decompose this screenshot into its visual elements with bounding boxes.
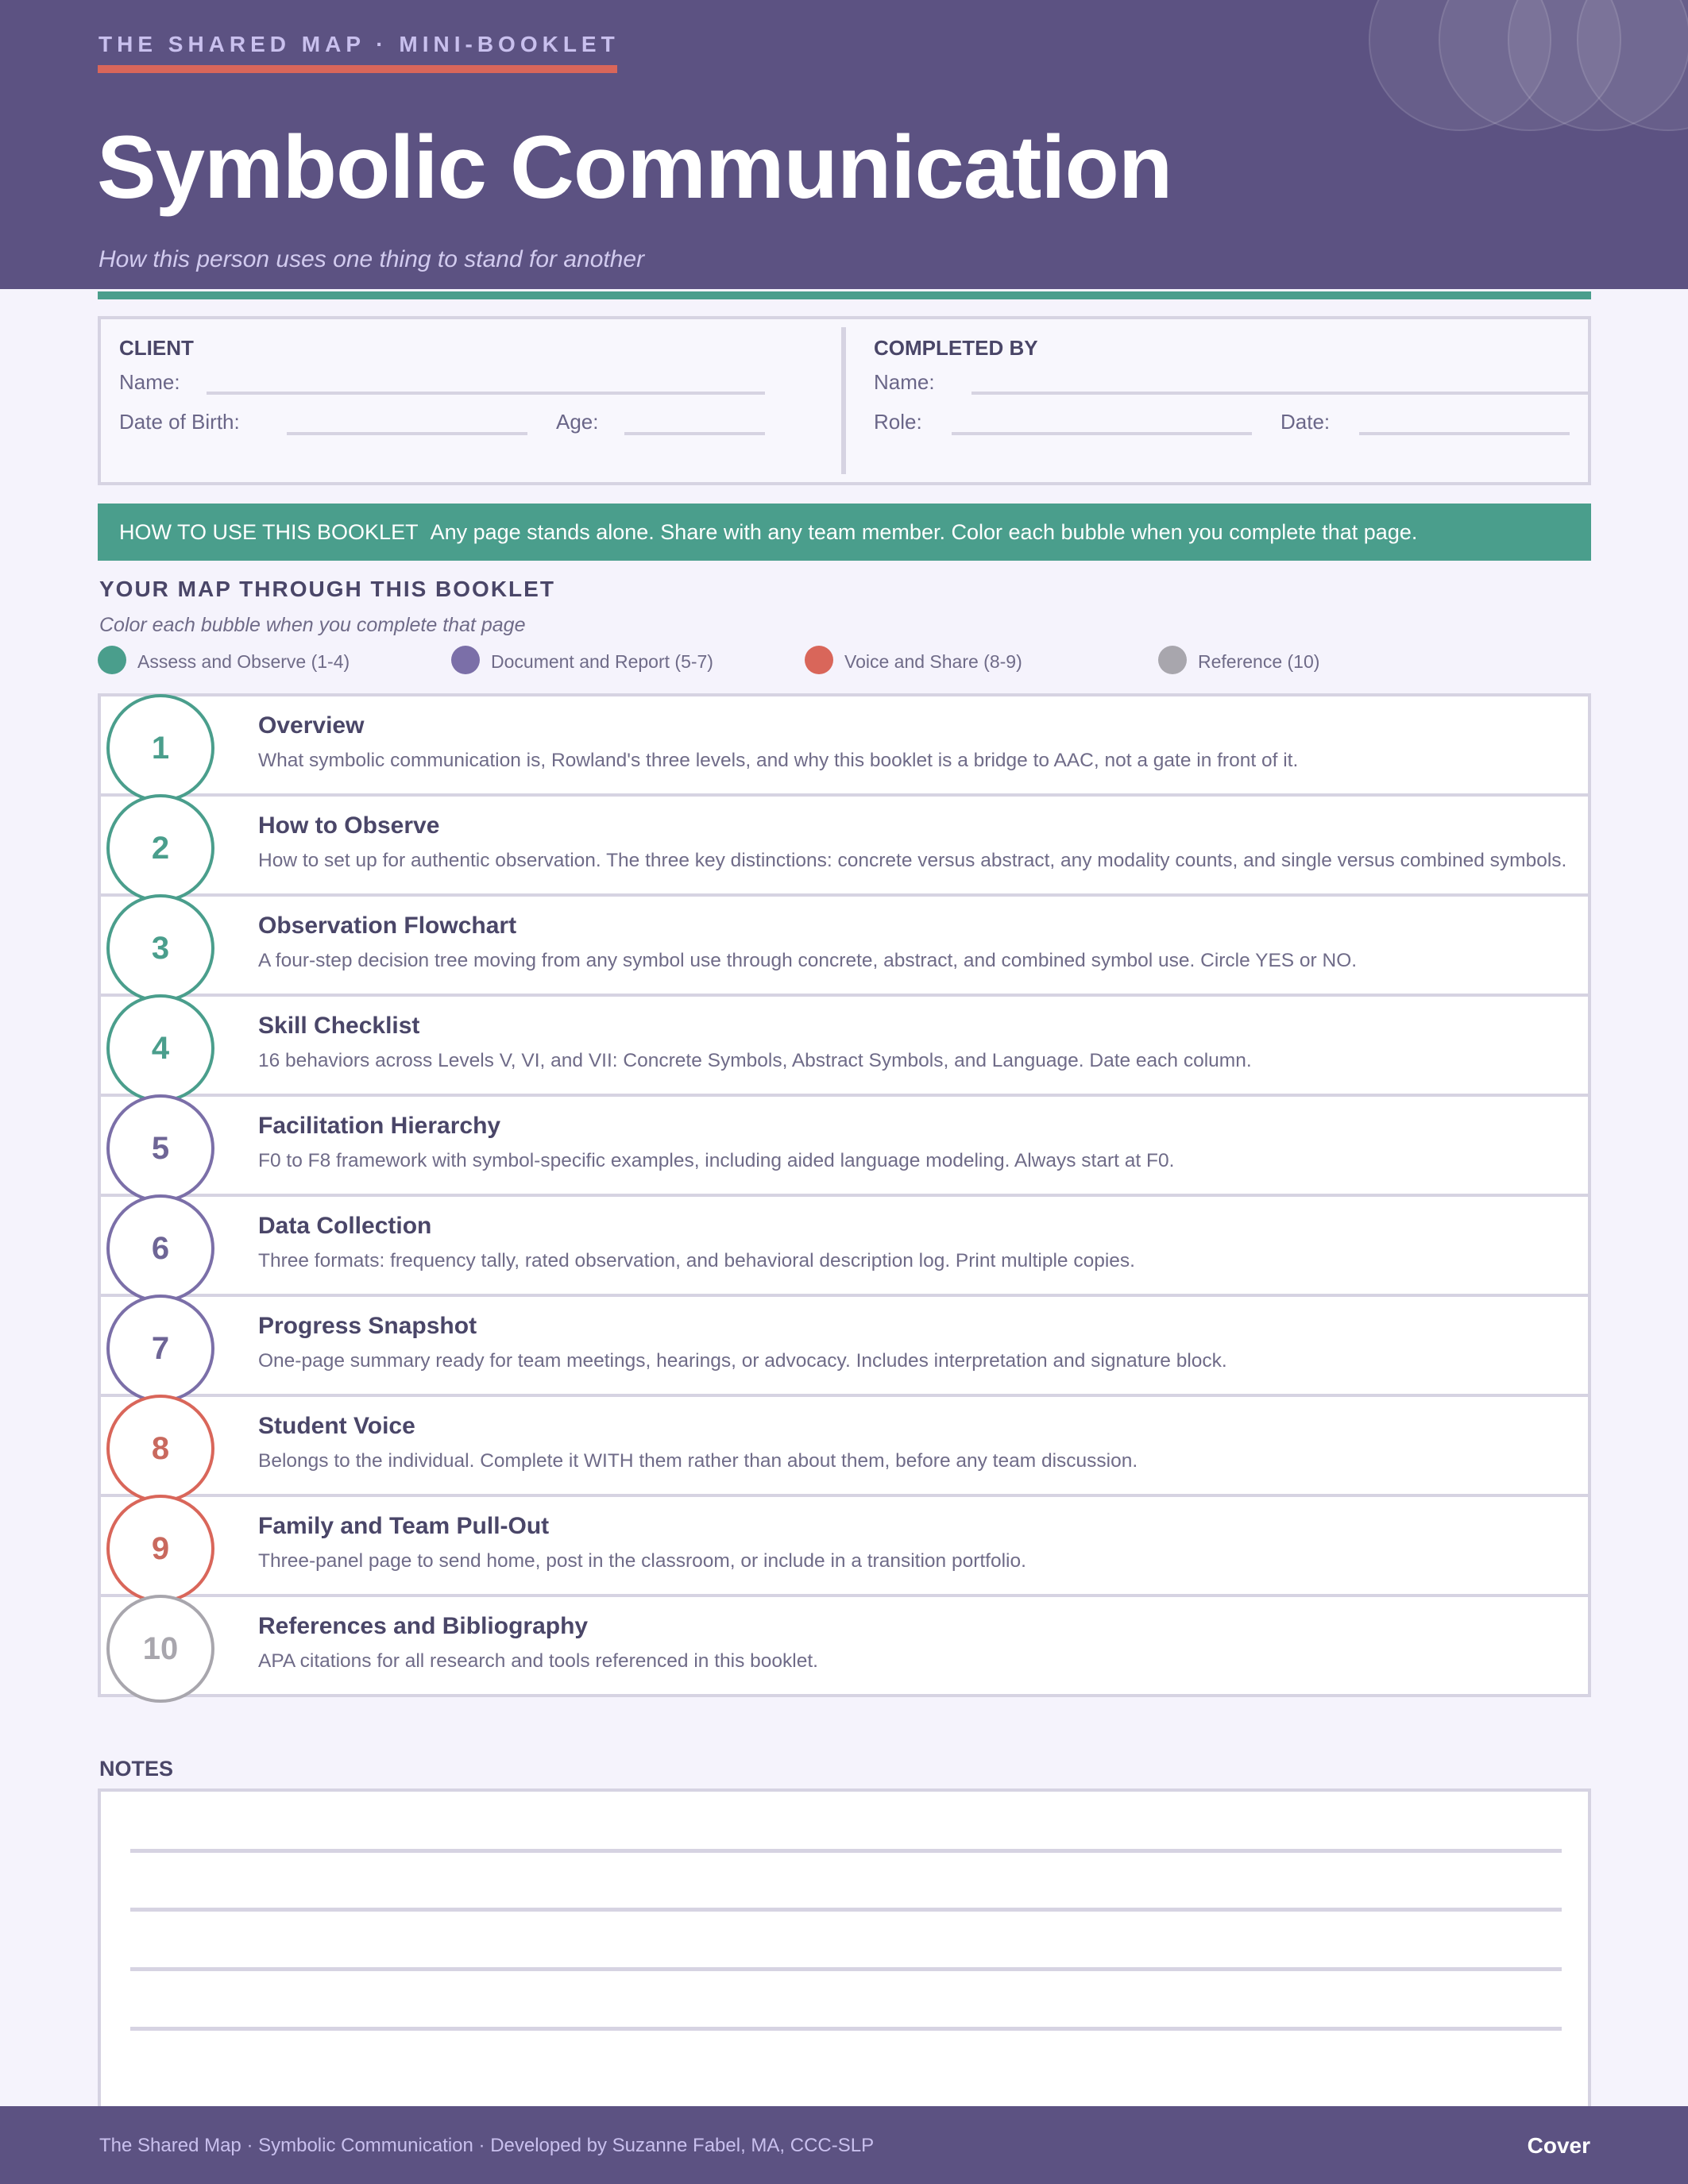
map-row-facilitation-hierarchy: 5 Facilitation Hierarchy F0 to F8 framew… — [98, 1094, 1591, 1202]
map-subtitle: Color each bubble when you complete that… — [99, 614, 526, 636]
row-title: Facilitation Hierarchy — [258, 1113, 501, 1139]
row-description: F0 to F8 framework with symbol-specific … — [258, 1150, 1175, 1171]
legend-dot-reference — [1158, 646, 1187, 674]
map-row-family-team-pull-out: 9 Family and Team Pull-Out Three-panel p… — [98, 1494, 1591, 1603]
info-column-divider — [841, 327, 846, 474]
progress-bubble-1[interactable]: 1 — [106, 694, 214, 802]
legend-label-document: Document and Report (5-7) — [491, 651, 713, 672]
row-description: APA citations for all research and tools… — [258, 1650, 818, 1672]
completed-by-role-field[interactable] — [952, 432, 1252, 435]
footer-page-label: Cover — [1527, 2133, 1590, 2158]
progress-bubble-8[interactable]: 8 — [106, 1395, 214, 1503]
client-heading: CLIENT — [119, 336, 194, 360]
completed-by-heading: COMPLETED BY — [874, 336, 1038, 360]
row-description: One-page summary ready for team meetings… — [258, 1350, 1227, 1372]
row-title: Observation Flowchart — [258, 913, 517, 939]
map-row-data-collection: 6 Data Collection Three formats: frequen… — [98, 1194, 1591, 1302]
footer: The Shared Map · Symbolic Communication … — [0, 2106, 1688, 2184]
row-title: Progress Snapshot — [258, 1313, 477, 1339]
row-description: 16 behaviors across Levels V, VI, and VI… — [258, 1050, 1252, 1071]
map-row-student-voice: 8 Student Voice Belongs to the individua… — [98, 1394, 1591, 1503]
page-map-list: 1 Overview What symbolic communication i… — [98, 693, 1591, 1703]
notes-area[interactable] — [98, 1788, 1591, 2114]
client-age-label: Age: — [556, 410, 599, 434]
how-to-banner: HOW TO USE THIS BOOKLET Any page stands … — [98, 504, 1591, 561]
client-name-field[interactable] — [207, 392, 765, 395]
progress-bubble-10[interactable]: 10 — [106, 1595, 214, 1703]
completed-by-date-field[interactable] — [1359, 432, 1570, 435]
legend-dot-voice — [805, 646, 833, 674]
client-dob-field[interactable] — [287, 432, 527, 435]
page-subtitle: How this person uses one thing to stand … — [98, 246, 645, 272]
note-line — [130, 1967, 1562, 1971]
progress-bubble-2[interactable]: 2 — [106, 794, 214, 902]
row-title: Student Voice — [258, 1413, 415, 1439]
page-title: Symbolic Communication — [97, 118, 1172, 217]
row-description: Three-panel page to send home, post in t… — [258, 1550, 1026, 1572]
eyebrow-underline — [98, 65, 617, 73]
row-description: Belongs to the individual. Complete it W… — [258, 1450, 1138, 1472]
completed-by-name-label: Name: — [874, 370, 935, 394]
booklet-eyebrow: THE SHARED MAP · MINI-BOOKLET — [98, 32, 620, 56]
legend-dot-assess — [98, 646, 126, 674]
row-description: Three formats: frequency tally, rated ob… — [258, 1250, 1135, 1271]
legend-label-voice: Voice and Share (8-9) — [844, 651, 1022, 672]
map-row-overview: 1 Overview What symbolic communication i… — [98, 693, 1591, 802]
header-divider — [98, 291, 1591, 299]
how-to-label: HOW TO USE THIS BOOKLET — [119, 520, 419, 544]
map-row-skill-checklist: 4 Skill Checklist 16 behaviors across Le… — [98, 994, 1591, 1102]
row-description: What symbolic communication is, Rowland'… — [258, 750, 1299, 771]
row-title: References and Bibliography — [258, 1613, 589, 1639]
completed-by-date-label: Date: — [1280, 410, 1331, 434]
row-title: Overview — [258, 712, 365, 739]
footer-credits: The Shared Map · Symbolic Communication … — [99, 2135, 875, 2156]
completed-by-role-label: Role: — [874, 410, 922, 434]
how-to-text: Any page stands alone. Share with any te… — [430, 520, 1418, 544]
progress-bubble-6[interactable]: 6 — [106, 1194, 214, 1302]
row-description: How to set up for authentic observation.… — [258, 850, 1567, 871]
legend-dot-document — [451, 646, 480, 674]
progress-bubble-7[interactable]: 7 — [106, 1295, 214, 1403]
header-banner: THE SHARED MAP · MINI-BOOKLET Symbolic C… — [0, 0, 1688, 289]
row-description: A four-step decision tree moving from an… — [258, 950, 1358, 971]
row-title: How to Observe — [258, 812, 440, 839]
map-title: YOUR MAP THROUGH THIS BOOKLET — [99, 577, 555, 601]
notes-heading: NOTES — [99, 1757, 174, 1781]
progress-bubble-9[interactable]: 9 — [106, 1495, 214, 1603]
client-dob-label: Date of Birth: — [119, 410, 240, 434]
legend-label-assess: Assess and Observe (1-4) — [137, 651, 350, 672]
completed-by-name-field[interactable] — [971, 392, 1591, 395]
note-line — [130, 1849, 1562, 1853]
legend-label-reference: Reference (10) — [1198, 651, 1320, 672]
map-row-how-to-observe: 2 How to Observe How to set up for authe… — [98, 793, 1591, 902]
note-line — [130, 2027, 1562, 2031]
map-row-references: 10 References and Bibliography APA citat… — [98, 1594, 1591, 1703]
client-name-label: Name: — [119, 370, 180, 394]
client-age-field[interactable] — [624, 432, 765, 435]
note-line — [130, 1908, 1562, 1912]
row-title: Data Collection — [258, 1213, 432, 1239]
progress-bubble-5[interactable]: 5 — [106, 1094, 214, 1202]
progress-bubble-3[interactable]: 3 — [106, 894, 214, 1002]
row-title: Skill Checklist — [258, 1013, 420, 1039]
row-title: Family and Team Pull-Out — [258, 1513, 550, 1539]
map-row-progress-snapshot: 7 Progress Snapshot One-page summary rea… — [98, 1294, 1591, 1403]
map-row-observation-flowchart: 3 Observation Flowchart A four-step deci… — [98, 893, 1591, 1002]
progress-bubble-4[interactable]: 4 — [106, 994, 214, 1102]
